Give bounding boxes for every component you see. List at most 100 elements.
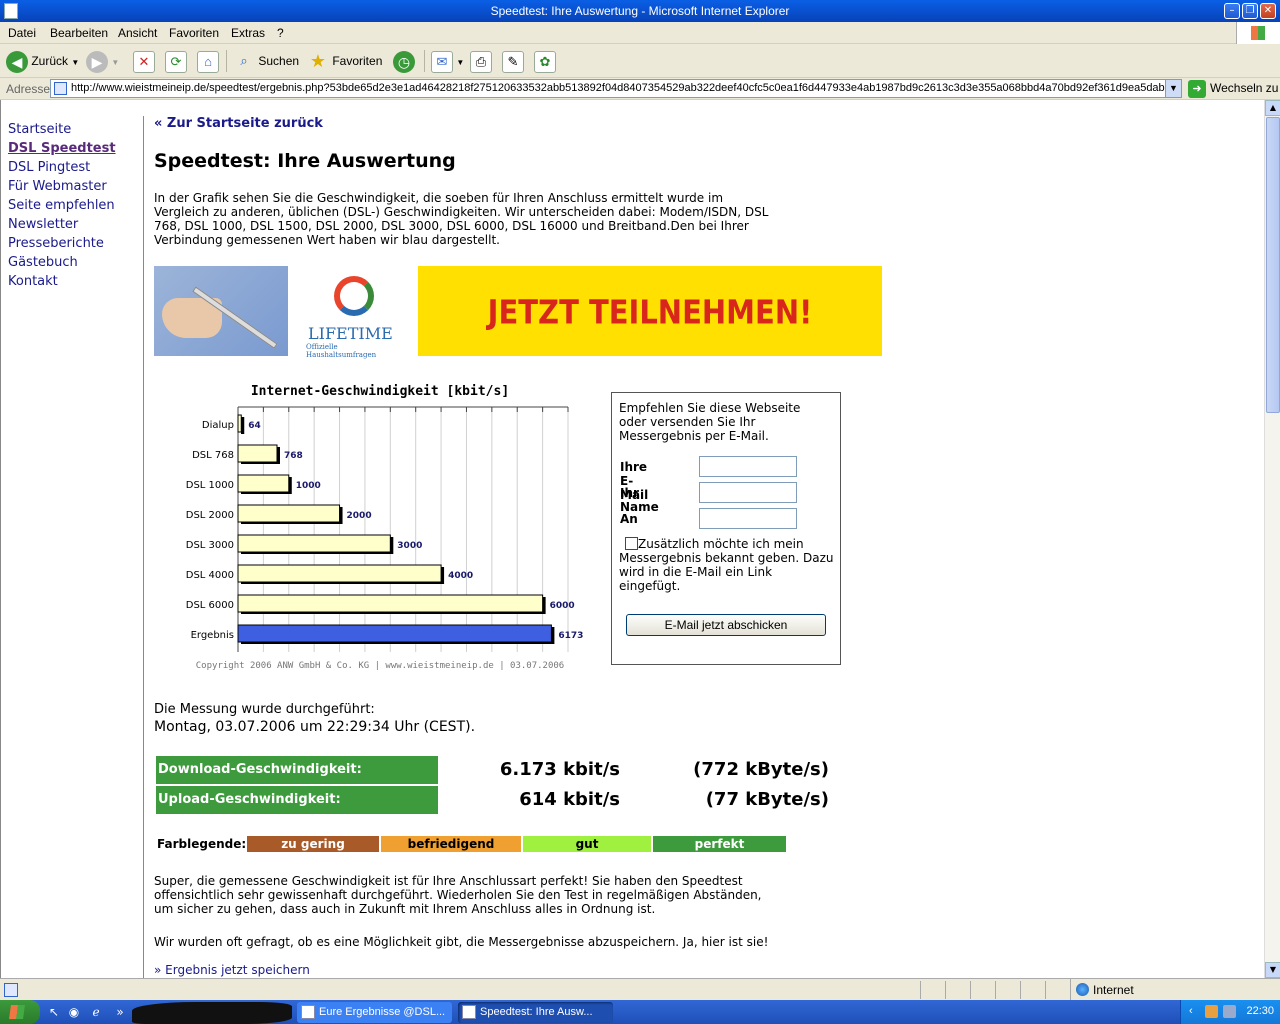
scroll-up-icon[interactable]: ▲ <box>1265 100 1280 116</box>
messenger-icon: ✿ <box>534 50 556 73</box>
home-icon: ⌂ <box>197 50 219 73</box>
value-label: 1000 <box>296 481 321 491</box>
name-label: Ihr Name <box>620 486 659 514</box>
search-button[interactable]: ⌕ Suchen <box>233 49 299 73</box>
category-label: Dialup <box>202 420 234 431</box>
forward-arrow-icon: ▶ <box>86 50 108 73</box>
refresh-button[interactable]: ⟳ <box>165 49 187 73</box>
scroll-down-icon[interactable]: ▼ <box>1265 962 1280 978</box>
address-bar: Adresse http://www.wieistmeineip.de/spee… <box>0 78 1280 100</box>
value-label: 2000 <box>347 511 372 521</box>
ql-more-icon[interactable]: » <box>112 1004 128 1020</box>
go-button[interactable]: ➜ Wechseln zu <box>1188 80 1278 98</box>
nav-newsletter[interactable]: Newsletter <box>8 215 138 234</box>
minimize-button[interactable]: – <box>1224 3 1240 19</box>
home-button[interactable]: ⌂ <box>197 49 219 73</box>
messenger-button[interactable]: ✿ <box>534 49 556 73</box>
email-field[interactable] <box>699 456 797 477</box>
task-speedtest[interactable]: Speedtest: Ihre Ausw... <box>458 1002 613 1023</box>
back-to-home-link[interactable]: « Zur Startseite zurück <box>154 116 323 131</box>
scroll-thumb[interactable] <box>1266 117 1280 413</box>
value-label: 4000 <box>448 571 473 581</box>
window-title: Speedtest: Ihre Auswertung - Microsoft I… <box>490 4 790 18</box>
name-field[interactable] <box>699 482 797 503</box>
to-field[interactable] <box>699 508 797 529</box>
value-label: 768 <box>284 451 303 461</box>
nav-dsl-speedtest[interactable]: DSL Speedtest <box>8 139 138 158</box>
upload-row: Upload-Geschwindigkeit: 614 kbit/s (77 k… <box>156 786 836 814</box>
download-kbit: 6.173 kbit/s <box>499 759 620 780</box>
tray-expand-icon[interactable]: ‹ <box>1189 1005 1193 1017</box>
menu-datei[interactable]: Datei <box>8 26 36 40</box>
edit-button[interactable]: ✎ <box>502 49 524 73</box>
start-button[interactable] <box>0 1000 40 1024</box>
back-button[interactable]: ◀ Zurück ▼ <box>6 49 79 73</box>
cursor-icon[interactable]: ↖ <box>46 1004 62 1020</box>
page-title: Speedtest: Ihre Auswertung <box>154 150 456 172</box>
vertical-scrollbar[interactable]: ▲ ▼ <box>1264 100 1280 978</box>
nav-startseite[interactable]: Startseite <box>8 120 138 139</box>
favorites-button[interactable]: ★ Favoriten <box>307 49 382 73</box>
email-form: Empfehlen Sie diese Webseite oder versen… <box>611 392 841 665</box>
send-email-button[interactable]: E-Mail jetzt abschicken <box>626 614 826 636</box>
value-label: 64 <box>248 421 261 431</box>
bar-dsl-2000 <box>237 504 341 523</box>
share-result-text: Zusätzlich möchte ich mein Messergebnis … <box>619 537 834 593</box>
menu-ansicht[interactable]: Ansicht <box>118 26 157 40</box>
star-icon: ★ <box>309 50 327 71</box>
security-zone: Internet <box>1070 979 1280 1001</box>
ql-ie-icon[interactable]: ℯ <box>88 1004 104 1020</box>
bar-dialup <box>237 414 242 433</box>
globe-icon <box>1076 983 1089 996</box>
maximize-button[interactable]: ❐ <box>1242 3 1258 19</box>
ie-icon <box>462 1005 476 1019</box>
banner-cta[interactable]: JETZT TEILNEHMEN! <box>418 266 882 356</box>
ad-banner[interactable]: LIFETIME Offizielle Haushaltsumfragen JE… <box>154 266 882 359</box>
ql-browser-icon[interactable]: ◉ <box>66 1004 82 1020</box>
address-input[interactable]: http://www.wieistmeineip.de/speedtest/er… <box>50 79 1182 98</box>
tray-icon-1[interactable] <box>1205 1005 1218 1018</box>
to-label: An <box>620 512 638 526</box>
category-label: DSL 2000 <box>186 510 234 521</box>
address-label: Adresse <box>6 82 51 96</box>
upload-label: Upload-Geschwindigkeit: <box>156 786 438 814</box>
category-label: DSL 4000 <box>186 570 234 581</box>
legend-title: Farblegende: <box>157 837 247 851</box>
bar-dsl-6000 <box>237 594 544 613</box>
bar-dsl-768 <box>237 444 278 463</box>
task-eure-ergebnisse[interactable]: Eure Ergebnisse @DSL... <box>297 1002 452 1023</box>
forward-button[interactable]: ▶ ▼ <box>86 49 119 73</box>
download-kbyte: (772 kByte/s) <box>693 759 829 780</box>
nav-seite-empfehlen[interactable]: Seite empfehlen <box>8 196 138 215</box>
title-bar: Speedtest: Ihre Auswertung - Microsoft I… <box>0 0 1280 22</box>
close-button[interactable]: ✕ <box>1260 3 1276 19</box>
menu-bearbeiten[interactable]: Bearbeiten <box>50 26 108 40</box>
menu-extras[interactable]: Extras <box>231 26 265 40</box>
nav-fuer-webmaster[interactable]: Für Webmaster <box>8 177 138 196</box>
nav-presseberichte[interactable]: Presseberichte <box>8 234 138 253</box>
menu-help[interactable]: ? <box>277 26 284 40</box>
category-label: DSL 768 <box>192 450 234 461</box>
speed-chart: Internet-Geschwindigkeit [kbit/s] Dialup 6… <box>154 375 606 679</box>
stop-button[interactable]: ✕ <box>133 49 155 73</box>
save-result-link[interactable]: » Ergebnis jetzt speichern <box>154 963 310 977</box>
nav-gaestebuch[interactable]: Gästebuch <box>8 253 138 272</box>
intro-text: In der Grafik sehen Sie die Geschwindigk… <box>154 191 769 247</box>
share-result-checkbox[interactable] <box>625 537 638 550</box>
upload-kbyte: (77 kByte/s) <box>705 789 829 810</box>
nav-divider <box>143 116 144 978</box>
tray-icon-2[interactable] <box>1223 1005 1236 1018</box>
menu-favoriten[interactable]: Favoriten <box>169 26 219 40</box>
sidebar-nav: Startseite DSL Speedtest DSL Pingtest Fü… <box>8 120 138 291</box>
chart-footer: Copyright 2006 ANW GmbH & Co. KG | www.w… <box>196 661 564 671</box>
history-button[interactable]: ◷ <box>393 49 415 73</box>
mail-button[interactable]: ✉ ▼ <box>431 49 464 73</box>
value-label: 6173 <box>558 631 583 641</box>
edit-icon: ✎ <box>502 50 524 73</box>
print-button[interactable]: ⎙ <box>470 49 492 73</box>
nav-dsl-pingtest[interactable]: DSL Pingtest <box>8 158 138 177</box>
address-dropdown-icon[interactable]: ▼ <box>1165 80 1181 97</box>
printer-icon: ⎙ <box>470 50 492 73</box>
nav-kontakt[interactable]: Kontakt <box>8 272 138 291</box>
history-icon: ◷ <box>393 50 415 73</box>
